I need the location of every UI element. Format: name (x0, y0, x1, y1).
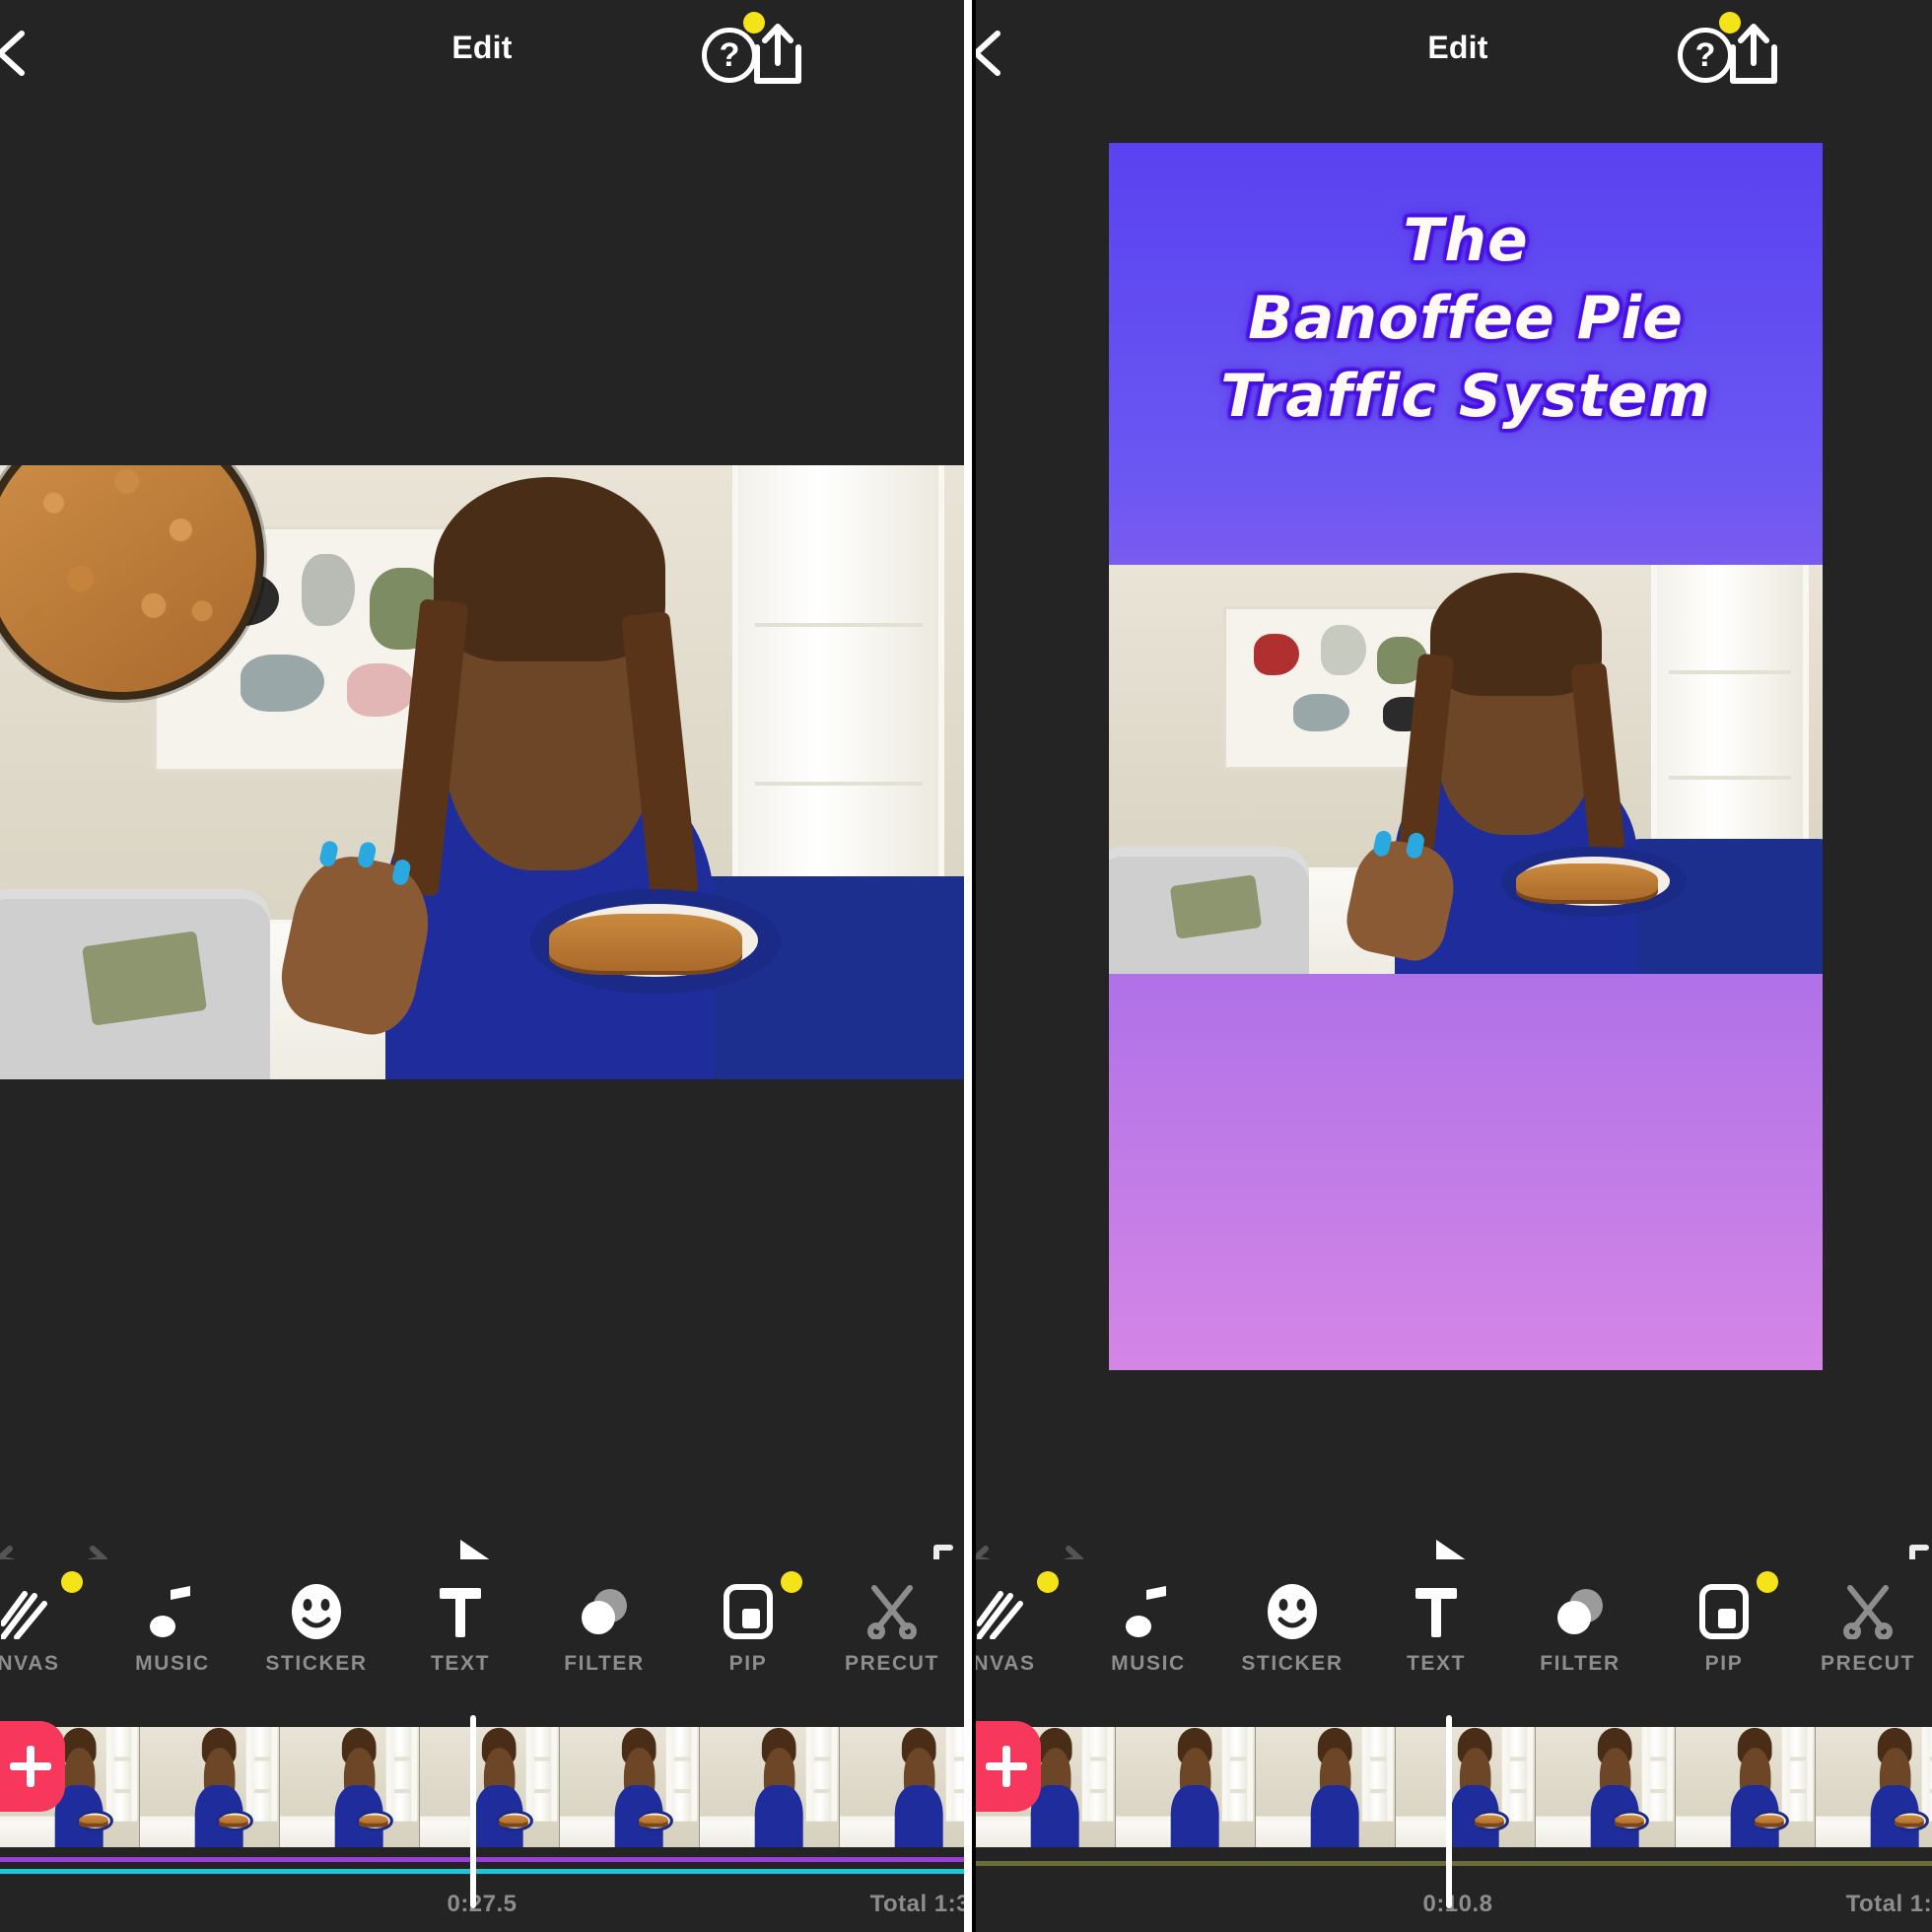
timeline[interactable]: 0:10.8 Total 1:3 (976, 1707, 1932, 1932)
timeline-frame[interactable] (840, 1727, 964, 1847)
canvas-badge-dot (1037, 1571, 1059, 1593)
effect-track[interactable] (0, 1857, 964, 1862)
app-header: Edit ? (976, 0, 1932, 106)
tool-label: STICKER (265, 1652, 368, 1675)
tool-label: FILTER (564, 1652, 645, 1675)
tool-label: NVAS (0, 1652, 60, 1675)
music-note-icon (142, 1581, 203, 1642)
canvas-preview[interactable]: The Banoffee Pie Traffic System (1109, 143, 1823, 1370)
timeline-frame[interactable] (1116, 1727, 1256, 1847)
timeline-frame[interactable] (1256, 1727, 1396, 1847)
export-button[interactable] (1723, 22, 1784, 87)
filter-circles-icon (1550, 1581, 1611, 1642)
add-clip-button[interactable] (976, 1721, 1041, 1812)
pip-badge-dot (781, 1571, 802, 1593)
page-title: Edit (1427, 30, 1488, 65)
film-strip[interactable] (976, 1727, 1932, 1847)
plus-icon (27, 1746, 34, 1787)
scissors-icon (862, 1581, 923, 1642)
timeline-frame[interactable] (700, 1727, 840, 1847)
timeline-frame[interactable] (1816, 1727, 1932, 1847)
scissors-icon (1837, 1581, 1898, 1642)
tool-music[interactable]: MUSIC (1076, 1559, 1220, 1676)
picture-in-picture-icon (718, 1581, 779, 1642)
timeline-frame[interactable] (420, 1727, 560, 1847)
dual-screenshot-comparison: Edit ? NVAS MUSIC STICKER TEXT FILTER PI… (0, 0, 1932, 1932)
video-scene (1109, 565, 1823, 974)
canvas-icon (976, 1581, 1035, 1642)
video-preview[interactable] (0, 465, 964, 1079)
tool-pip[interactable]: PIP (676, 1559, 820, 1676)
tool-precut[interactable]: PRECUT (1796, 1559, 1932, 1676)
export-button[interactable] (747, 22, 808, 87)
tool-label: FILTER (1540, 1652, 1621, 1675)
tool-label: TEXT (1406, 1652, 1467, 1675)
text-t-icon (430, 1581, 491, 1642)
page-title: Edit (451, 30, 513, 65)
current-time: 0:10.8 (1422, 1891, 1493, 1917)
tool-label: MUSIC (135, 1652, 210, 1675)
picture-in-picture-icon (1693, 1581, 1755, 1642)
tool-sticker[interactable]: STICKER (1220, 1559, 1364, 1676)
timeline-frame[interactable] (140, 1727, 280, 1847)
tool-sticker[interactable]: STICKER (244, 1559, 388, 1676)
canvas-badge-dot (61, 1571, 83, 1593)
timeline-frame[interactable] (1676, 1727, 1816, 1847)
tool-canvas[interactable]: NVAS (976, 1559, 1076, 1676)
panel-left: Edit ? NVAS MUSIC STICKER TEXT FILTER PI… (0, 0, 964, 1932)
total-time: Total 1:3 (1845, 1891, 1932, 1917)
timeline[interactable]: 0:27.5 Total 1:3 (0, 1707, 964, 1932)
pip-badge-dot (1757, 1571, 1778, 1593)
timeline-frame[interactable] (1536, 1727, 1676, 1847)
timeline-frame[interactable] (280, 1727, 420, 1847)
tool-text[interactable]: TEXT (388, 1559, 532, 1676)
add-clip-button[interactable] (0, 1721, 65, 1812)
editor-toolbar: NVAS MUSIC STICKER TEXT FILTER PIP PRECU… (0, 1559, 964, 1707)
smiley-face-icon (1262, 1581, 1323, 1642)
canvas-icon (0, 1581, 59, 1642)
tool-label: TEXT (430, 1652, 491, 1675)
playhead[interactable] (1446, 1715, 1453, 1908)
app-header: Edit ? (0, 0, 964, 106)
preview-stage[interactable]: The Banoffee Pie Traffic System (976, 106, 1932, 1518)
tool-filter[interactable]: FILTER (532, 1559, 676, 1676)
plus-icon (1002, 1746, 1010, 1787)
tool-label: PIP (1704, 1652, 1744, 1675)
tool-label: NVAS (976, 1652, 1036, 1675)
total-time: Total 1:3 (869, 1891, 964, 1917)
tool-label: PRECUT (845, 1652, 939, 1675)
tool-label: MUSIC (1111, 1652, 1186, 1675)
current-time: 0:27.5 (447, 1891, 518, 1917)
title-overlay[interactable]: The Banoffee Pie Traffic System (1109, 202, 1823, 437)
editor-toolbar: NVAS MUSIC STICKER TEXT FILTER PIP PRECU… (976, 1559, 1932, 1707)
tool-pip[interactable]: PIP (1652, 1559, 1796, 1676)
text-t-icon (1406, 1581, 1467, 1642)
panel-right: Edit ? The Banoffee Pie Traffic System N… (976, 0, 1932, 1932)
panel-divider (964, 0, 972, 1932)
smiley-face-icon (286, 1581, 347, 1642)
preview-stage[interactable] (0, 106, 964, 1518)
tool-canvas[interactable]: NVAS (0, 1559, 101, 1676)
tool-text[interactable]: TEXT (1364, 1559, 1508, 1676)
title-line: Traffic System (1220, 362, 1711, 432)
audio-track[interactable] (0, 1869, 964, 1874)
pip-content (0, 465, 256, 692)
music-note-icon (1118, 1581, 1179, 1642)
filter-circles-icon (574, 1581, 635, 1642)
tool-precut[interactable]: PRECUT (820, 1559, 964, 1676)
tool-label: STICKER (1241, 1652, 1344, 1675)
tool-filter[interactable]: FILTER (1508, 1559, 1652, 1676)
tool-music[interactable]: MUSIC (101, 1559, 244, 1676)
film-strip[interactable] (0, 1727, 964, 1847)
effect-track[interactable] (976, 1861, 1932, 1866)
video-preview[interactable] (1109, 565, 1823, 974)
playhead[interactable] (470, 1715, 477, 1908)
tool-label: PIP (728, 1652, 768, 1675)
title-line: Banoffee Pie (1248, 284, 1684, 354)
title-line: The (1403, 206, 1529, 275)
timeline-frame[interactable] (1396, 1727, 1536, 1847)
tool-label: PRECUT (1821, 1652, 1915, 1675)
timeline-frame[interactable] (560, 1727, 700, 1847)
